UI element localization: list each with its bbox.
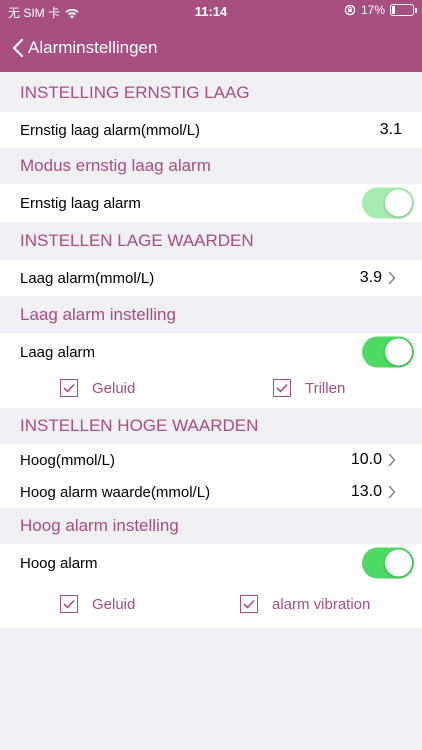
checkmark-icon: [63, 599, 75, 609]
orientation-lock-icon: [344, 4, 356, 16]
checkbox-box: [60, 379, 78, 397]
low-vibrate-label: Trillen: [305, 379, 346, 397]
battery-icon: [390, 4, 417, 16]
high-value-row[interactable]: Hoog(mmol/L) 10.0: [0, 444, 422, 476]
chevron-right-icon: [388, 271, 404, 285]
severe-low-mode-row: Ernstig laag alarm: [0, 184, 422, 222]
chevron-left-icon: [12, 38, 24, 58]
low-vibrate-checkbox[interactable]: Trillen: [273, 379, 345, 397]
back-button[interactable]: Alarminstellingen: [0, 38, 157, 58]
severe-low-alarm-row[interactable]: Ernstig laag alarm(mmol/L) 3.1: [0, 112, 422, 148]
navigation-bar: Alarminstellingen: [0, 28, 422, 68]
low-alarm-toggle[interactable]: [362, 336, 414, 368]
status-right: 17%: [344, 3, 417, 17]
chevron-right-icon: [388, 485, 404, 499]
low-alarm-options-row: Geluid Trillen: [0, 370, 422, 408]
checkmark-icon: [243, 599, 255, 609]
section-header-low-setting: Laag alarm instelling: [20, 305, 176, 324]
app-header: 无 SIM 卡 11:14 17% Alarminstellingen: [0, 0, 422, 72]
section-header-high-setting: Hoog alarm instelling: [20, 516, 179, 535]
high-vibrate-label: alarm vibration: [272, 595, 371, 613]
high-alarm-toggle[interactable]: [362, 547, 414, 579]
high-alarm-label: Hoog alarm waarde(mmol/L): [20, 483, 211, 501]
high-value: 10.0: [350, 451, 382, 468]
section-header-severe-low-mode: Modus ernstig laag alarm: [20, 156, 211, 175]
high-label: Hoog(mmol/L): [20, 451, 116, 469]
toggle-knob: [385, 338, 412, 366]
high-alarm-value-row[interactable]: Hoog alarm waarde(mmol/L) 13.0: [0, 476, 422, 508]
battery-fill: [392, 6, 395, 14]
checkbox-box: [240, 595, 258, 613]
severe-low-alarm-value: 3.1: [379, 121, 402, 138]
high-sound-checkbox[interactable]: Geluid: [60, 595, 135, 613]
section-header-high-values: INSTELLEN HOGE WAARDEN: [20, 416, 259, 435]
section-header-low-values: INSTELLEN LAGE WAARDEN: [20, 231, 254, 250]
severe-low-alarm-label: Ernstig laag alarm(mmol/L): [20, 121, 201, 139]
low-alarm-label: Laag alarm(mmol/L): [20, 269, 155, 287]
checkmark-icon: [63, 383, 75, 393]
section-header-severe-low: INSTELLING ERNSTIG LAAG: [20, 83, 250, 102]
high-alarm-toggle-row: Hoog alarm: [0, 544, 422, 582]
checkbox-box: [273, 379, 291, 397]
severe-low-alarm-toggle[interactable]: [362, 187, 414, 219]
low-alarm-value: 3.9: [359, 269, 382, 286]
toggle-knob: [385, 549, 412, 577]
low-alarm-toggle-row: Laag alarm: [0, 334, 422, 370]
page-title: Alarminstellingen: [28, 38, 158, 57]
chevron-right-icon: [388, 453, 404, 467]
low-alarm-value-row[interactable]: Laag alarm(mmol/L) 3.9: [0, 260, 422, 296]
high-sound-label: Geluid: [92, 595, 136, 613]
high-alarm-options-row: Geluid alarm vibration: [0, 582, 422, 628]
low-sound-label: Geluid: [92, 379, 136, 397]
high-vibrate-checkbox[interactable]: alarm vibration: [240, 595, 370, 613]
high-alarm-value: 13.0: [350, 483, 382, 500]
checkbox-box: [60, 595, 78, 613]
checkmark-icon: [276, 383, 288, 393]
status-bar: 无 SIM 卡 11:14 17%: [0, 0, 422, 24]
battery-percent: 17%: [360, 3, 385, 17]
low-sound-checkbox[interactable]: Geluid: [60, 379, 135, 397]
toggle-knob: [385, 189, 412, 217]
